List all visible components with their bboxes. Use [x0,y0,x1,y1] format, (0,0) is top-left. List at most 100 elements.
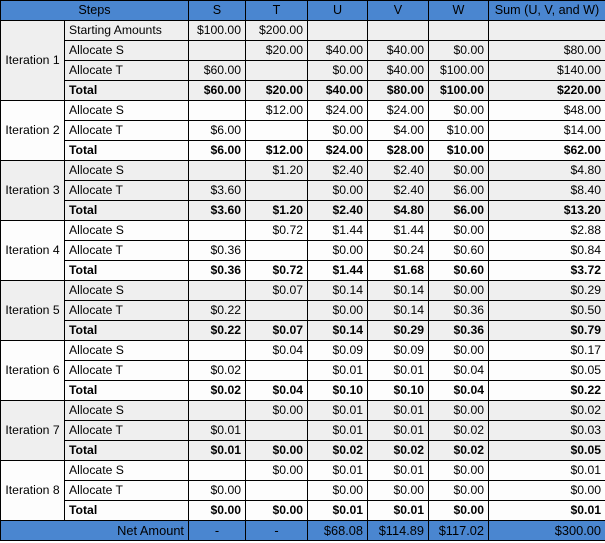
step-label: Allocate T [64,360,189,381]
table-row: Iteration 4 Allocate S $0.72 $1.44 $1.44 $0.0… [0,220,605,281]
cell-u: $0.01 [307,400,368,421]
cell-u: $0.00 [307,300,368,321]
cell-v: $1.68 [367,260,429,281]
cell-t: $0.72 [245,260,308,281]
cell-u: $24.00 [307,140,368,161]
cell-t: $12.00 [245,140,308,161]
table-body: Iteration 1 Starting Amounts $100.00 $200.0… [0,20,605,521]
cell-sum: $0.29 [488,280,605,301]
step-label: Starting Amounts [64,20,189,41]
table-footer: Net Amount - - $68.08 $114.89 $117.02 $3… [0,520,605,541]
cell-v: $4.00 [367,120,429,141]
cell-u: $0.09 [307,340,368,361]
cell-v: $4.80 [367,200,429,221]
cell-w: $6.00 [428,180,489,201]
table-row: Total $0.00 $0.00 $0.01 $0.01 $0.00 $0.01 [1,500,605,521]
cell-w: $0.00 [428,460,489,481]
cell-u: $0.00 [307,60,368,81]
step-label: Allocate S [64,220,189,241]
cell-u: $1.44 [307,220,368,241]
cell-sum: $2.88 [488,220,605,241]
column-header-sum: Sum (U, V, and W) [488,0,605,21]
table-row: Iteration 2 Allocate S $12.00 $24.00 $24.00 $… [0,100,605,161]
column-header-v: V [367,0,429,21]
cell-v: $0.14 [367,300,429,321]
cell-t [245,60,308,81]
cell-w: $100.00 [428,80,489,101]
cell-t: $0.00 [245,440,308,461]
cell-t: $0.04 [245,340,308,361]
step-label: Allocate S [64,100,189,121]
cell-v: $40.00 [367,60,429,81]
cell-v: $28.00 [367,140,429,161]
cell-s: $0.22 [188,320,246,341]
cell-s: $0.01 [188,420,246,441]
cell-t: $0.00 [245,500,308,521]
cell-s: $6.00 [188,140,246,161]
cell-sum: $0.17 [488,340,605,361]
cell-w: $0.00 [428,160,489,181]
table-row: Allocate T $60.00 $0.00 $40.00 $100.00 $140.0… [1,60,605,81]
table-row: Iteration 5 Allocate S $0.07 $0.14 $0.14 $0.0… [0,280,605,341]
cell-t: $12.00 [245,100,308,121]
table-header: Steps S T U V W Sum (U, V, and W) [0,0,605,21]
cell-u: $0.01 [307,360,368,381]
table-row: Total $0.36 $0.72 $1.44 $1.68 $0.60 $3.72 [1,260,605,281]
cell-s: $60.00 [188,80,246,101]
table-row: Allocate T $6.00 $0.00 $4.00 $10.00 $14.00 [1,120,605,141]
cell-t: $0.72 [245,220,308,241]
cell-t: $0.04 [245,380,308,401]
cell-w: $0.60 [428,260,489,281]
column-header-u: U [307,0,368,21]
cell-sum: $0.02 [488,400,605,421]
cell-sum: $0.01 [488,500,605,521]
cell-sum: $0.00 [488,480,605,501]
cell-u: $2.40 [307,200,368,221]
net-amount-u: $68.08 [307,520,368,541]
cell-u [307,20,368,41]
cell-t [245,120,308,141]
cell-v: $1.44 [367,220,429,241]
cell-s: $0.22 [188,300,246,321]
cell-u: $0.00 [307,480,368,501]
cell-v: $0.01 [367,460,429,481]
cell-sum [488,20,605,41]
cell-v [367,20,429,41]
cell-v: $0.01 [367,420,429,441]
net-amount-v: $114.89 [367,520,429,541]
step-label: Allocate T [64,480,189,501]
cell-u: $0.01 [307,420,368,441]
cell-s: $0.36 [188,240,246,261]
cell-sum: $8.40 [488,180,605,201]
cell-s: $0.02 [188,380,246,401]
cell-v: $24.00 [367,100,429,121]
cell-w: $0.04 [428,380,489,401]
cell-w: $0.00 [428,100,489,121]
table-row: Allocate T $0.02 $0.01 $0.01 $0.04 $0.05 [1,360,605,381]
cell-u: $24.00 [307,100,368,121]
step-label: Allocate S [64,460,189,481]
net-amount-row: Net Amount - - $68.08 $114.89 $117.02 $3… [0,520,605,541]
allocation-table: Steps S T U V W Sum (U, V, and W) Iterat… [0,0,605,541]
cell-u: $2.40 [307,160,368,181]
cell-sum: $0.05 [488,360,605,381]
cell-w: $100.00 [428,60,489,81]
cell-w: $0.00 [428,480,489,501]
iteration-label: Iteration 4 [0,220,65,281]
step-label: Allocate T [64,240,189,261]
cell-v: $80.00 [367,80,429,101]
net-amount-w: $117.02 [428,520,489,541]
cell-w: $6.00 [428,200,489,221]
cell-t: $1.20 [245,200,308,221]
step-label: Allocate S [64,40,189,61]
cell-sum: $48.00 [488,100,605,121]
cell-v: $0.10 [367,380,429,401]
cell-u: $0.14 [307,280,368,301]
spreadsheet-table-container: Steps S T U V W Sum (U, V, and W) Iterat… [0,0,605,543]
table-row: Allocate S $20.00 $40.00 $40.00 $0.00 $80.00 [1,40,605,61]
cell-w: $0.00 [428,500,489,521]
column-header-steps: Steps [0,0,189,21]
cell-sum: $0.05 [488,440,605,461]
table-row: Allocate T $0.00 $0.00 $0.00 $0.00 $0.00 [1,480,605,501]
cell-v: $0.09 [367,340,429,361]
